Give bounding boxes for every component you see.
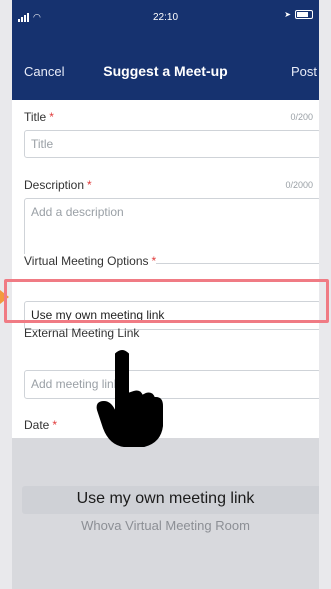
status-bar: ◠ 22:10 ➤ bbox=[12, 0, 319, 42]
post-button[interactable]: Post bbox=[291, 64, 317, 79]
battery-icon bbox=[295, 10, 313, 19]
external-link-label: External Meeting Link bbox=[24, 326, 140, 340]
title-input[interactable]: Title bbox=[24, 130, 319, 158]
highlight-box bbox=[4, 279, 329, 323]
location-icon: ➤ bbox=[284, 10, 291, 19]
picker-option-own-link[interactable]: Use my own meeting link bbox=[12, 490, 319, 508]
picker-option-whova-room[interactable]: Whova Virtual Meeting Room bbox=[12, 518, 319, 533]
title-label: Title * bbox=[24, 110, 54, 124]
date-label: Date * bbox=[24, 418, 58, 432]
pointing-hand-icon bbox=[96, 350, 163, 447]
option-picker[interactable]: Use my own meeting link Whova Virtual Me… bbox=[12, 438, 319, 589]
title-counter: 0/200 bbox=[290, 112, 313, 122]
description-counter: 0/2000 bbox=[285, 180, 313, 190]
description-label: Description * bbox=[24, 178, 92, 192]
nav-bar: Cancel Suggest a Meet-up Post bbox=[12, 42, 319, 100]
page-title: Suggest a Meet-up bbox=[103, 63, 228, 79]
external-link-input[interactable]: Add meeting link bbox=[24, 370, 319, 399]
status-right: ➤ bbox=[284, 10, 313, 19]
status-time: 22:10 bbox=[152, 12, 179, 23]
virtual-options-label: Virtual Meeting Options * bbox=[24, 254, 157, 268]
